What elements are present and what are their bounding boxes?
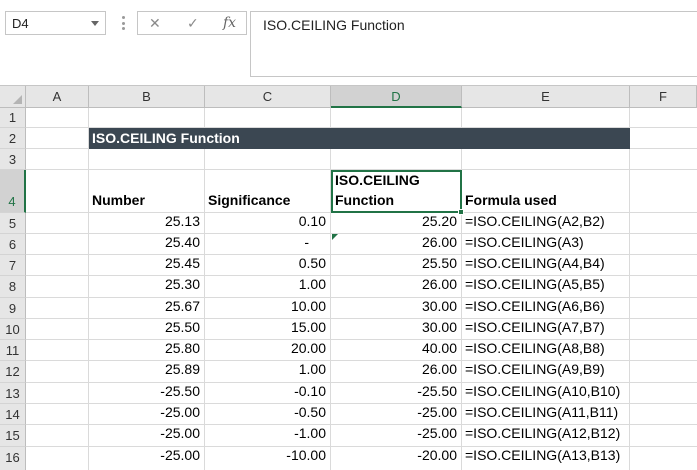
header-number[interactable]: Number (89, 192, 205, 213)
cell-number[interactable]: 25.89 (89, 361, 205, 383)
cell-significance[interactable]: -10.00 (205, 447, 331, 469)
row-header-2[interactable]: 2 (0, 128, 26, 149)
row-header-12[interactable]: 12 (0, 361, 26, 383)
chevron-down-icon[interactable] (91, 21, 99, 26)
header-formula-used[interactable]: Formula used (462, 192, 630, 213)
name-box[interactable]: D4 (5, 11, 106, 35)
cell-formula[interactable]: =ISO.CEILING(A5,B5) (462, 276, 630, 298)
row-header-4[interactable]: 4 (0, 170, 26, 213)
drag-handle-icon[interactable] (122, 16, 125, 30)
row-header-9[interactable]: 9 (0, 298, 26, 319)
sheet-title-banner[interactable]: ISO.CEILING Function (89, 128, 630, 149)
cell-number[interactable]: -25.00 (89, 425, 205, 447)
row-header-10[interactable]: 10 (0, 319, 26, 340)
cell-significance[interactable]: 10.00 (205, 298, 331, 319)
cell-formula[interactable]: =ISO.CEILING(A12,B12) (462, 425, 630, 447)
cell-significance[interactable]: 1.00 (205, 276, 331, 298)
cell-formula[interactable]: =ISO.CEILING(A9,B9) (462, 361, 630, 383)
column-header-e[interactable]: E (462, 86, 630, 108)
cell-number[interactable]: 25.80 (89, 340, 205, 361)
cell-number[interactable]: -25.00 (89, 404, 205, 425)
formula-input[interactable]: ISO.CEILING Function (250, 11, 697, 77)
cell-number[interactable]: -25.00 (89, 447, 205, 469)
formula-bar-area: D4 ✕ ✓ fx ISO.CEILING Function (0, 0, 697, 85)
cell-result[interactable]: 25.20 (331, 213, 462, 234)
row-header-7[interactable]: 7 (0, 255, 26, 276)
row-header-14[interactable]: 14 (0, 404, 26, 425)
cell-number[interactable]: 25.67 (89, 298, 205, 319)
column-header-c[interactable]: C (205, 86, 331, 108)
cell-result[interactable]: 30.00 (331, 298, 462, 319)
row-header-3[interactable]: 3 (0, 149, 26, 170)
formula-buttons: ✕ ✓ fx (137, 11, 247, 35)
cell-significance[interactable]: 0.50 (205, 255, 331, 276)
cell-significance[interactable]: 20.00 (205, 340, 331, 361)
cell-formula[interactable]: =ISO.CEILING(A6,B6) (462, 298, 630, 319)
header-significance[interactable]: Significance (205, 192, 331, 213)
cell-significance[interactable]: 0.10 (205, 213, 331, 234)
cell-formula[interactable]: =ISO.CEILING(A11,B11) (462, 404, 630, 425)
cell-result[interactable]: 25.50 (331, 255, 462, 276)
formula-content: ISO.CEILING Function (263, 17, 405, 33)
cell-significance[interactable]: -1.00 (205, 425, 331, 447)
column-header-d[interactable]: D (331, 86, 462, 108)
cell-formula[interactable]: =ISO.CEILING(A3) (462, 234, 630, 255)
cancel-icon[interactable]: ✕ (149, 15, 161, 32)
enter-icon[interactable]: ✓ (187, 15, 199, 32)
cell-significance[interactable]: 15.00 (205, 319, 331, 340)
cell-formula[interactable]: =ISO.CEILING(A2,B2) (462, 213, 630, 234)
cell-significance[interactable]: - (205, 234, 331, 255)
cell-result[interactable]: 26.00 (331, 361, 462, 383)
cell-significance[interactable]: -0.10 (205, 383, 331, 404)
row-header-15[interactable]: 15 (0, 425, 26, 447)
cell-result[interactable]: 26.00 (331, 276, 462, 298)
row-header-16[interactable]: 16 (0, 447, 26, 470)
header-function-line2[interactable]: Function (332, 192, 460, 212)
cell-number[interactable]: 25.40 (89, 234, 205, 255)
cell-number[interactable]: 25.45 (89, 255, 205, 276)
select-all-button[interactable] (0, 86, 26, 108)
column-header-f[interactable]: F (630, 86, 697, 108)
row-header-13[interactable]: 13 (0, 383, 26, 404)
cell-number[interactable]: -25.50 (89, 383, 205, 404)
header-function-line1[interactable]: ISO.CEILING (332, 172, 460, 192)
column-header-a[interactable]: A (26, 86, 89, 108)
cell-number[interactable]: 25.13 (89, 213, 205, 234)
fx-icon[interactable]: fx (223, 15, 236, 31)
cell-result[interactable]: -25.50 (331, 383, 462, 404)
cell-formula[interactable]: =ISO.CEILING(A10,B10) (462, 383, 630, 404)
row-header-11[interactable]: 11 (0, 340, 26, 361)
cell-formula[interactable]: =ISO.CEILING(A13,B13) (462, 447, 630, 469)
cell-result[interactable]: -20.00 (331, 447, 462, 469)
cell-result[interactable]: 26.00 (331, 234, 462, 255)
row-header-5[interactable]: 5 (0, 213, 26, 234)
cell-number[interactable]: 25.30 (89, 276, 205, 298)
row-header-8[interactable]: 8 (0, 276, 26, 298)
cell-result[interactable]: -25.00 (331, 425, 462, 447)
column-header-b[interactable]: B (89, 86, 205, 108)
cell-result[interactable]: 30.00 (331, 319, 462, 340)
cell-number[interactable]: 25.50 (89, 319, 205, 340)
cell-significance[interactable]: -0.50 (205, 404, 331, 425)
worksheet-grid[interactable]: A B C D E F 1 2 3 4 5 6 7 8 9 10 11 12 1… (0, 85, 697, 470)
cell-significance[interactable]: 1.00 (205, 361, 331, 383)
cell-formula[interactable]: =ISO.CEILING(A7,B7) (462, 319, 630, 340)
row-header-1[interactable]: 1 (0, 108, 26, 128)
name-box-value: D4 (12, 16, 29, 31)
cell-formula[interactable]: =ISO.CEILING(A8,B8) (462, 340, 630, 361)
cell-result[interactable]: 40.00 (331, 340, 462, 361)
row-header-6[interactable]: 6 (0, 234, 26, 255)
cell-result[interactable]: -25.00 (331, 404, 462, 425)
cell-formula[interactable]: =ISO.CEILING(A4,B4) (462, 255, 630, 276)
